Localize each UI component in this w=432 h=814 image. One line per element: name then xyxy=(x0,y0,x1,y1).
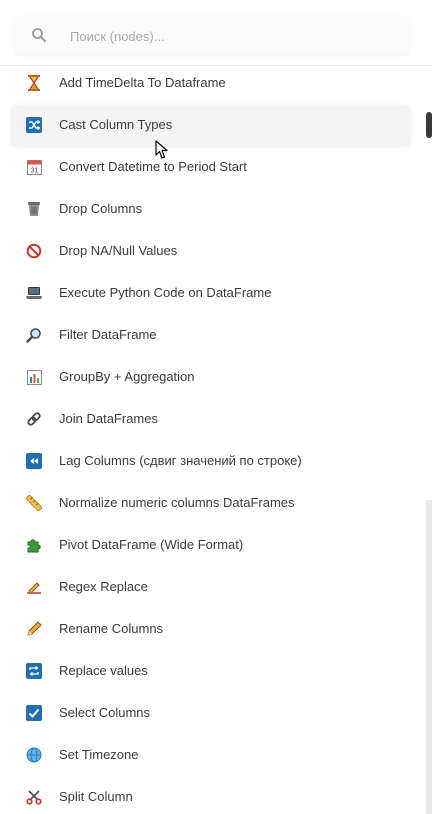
search-box[interactable] xyxy=(14,16,410,56)
pen-icon xyxy=(26,579,42,595)
pencil-icon xyxy=(26,621,42,637)
hourglass-icon xyxy=(26,75,42,91)
mouse-cursor-icon xyxy=(155,140,168,159)
scrollbar-thumb[interactable] xyxy=(426,112,432,138)
node-label: Drop NA/Null Values xyxy=(59,243,178,258)
link-icon xyxy=(26,411,42,427)
list-item-lag-columns[interactable]: Lag Columns (сдвиг значений по строке) xyxy=(0,440,426,482)
scissors-icon xyxy=(26,789,42,805)
node-label: Convert Datetime to Period Start xyxy=(59,159,247,174)
list-item-execute-python[interactable]: Execute Python Code on DataFrame xyxy=(0,272,426,314)
node-label: Cast Column Types xyxy=(59,117,173,132)
ruler-icon xyxy=(26,495,42,511)
list-item-join-dataframes[interactable]: Join DataFrames xyxy=(0,398,426,440)
list-item-normalize[interactable]: Normalize numeric columns DataFrames xyxy=(0,482,426,524)
shuffle-icon xyxy=(26,117,42,133)
list-item-drop-na[interactable]: Drop NA/Null Values xyxy=(0,230,426,272)
node-label: GroupBy + Aggregation xyxy=(59,369,195,384)
node-label: Set Timezone xyxy=(59,747,139,762)
bar-chart-icon xyxy=(26,369,42,385)
list-item-split-column[interactable]: Split Column xyxy=(0,776,426,814)
repeat-icon xyxy=(26,663,42,679)
node-label: Pivot DataFrame (Wide Format) xyxy=(59,537,244,552)
list-item-groupby[interactable]: GroupBy + Aggregation xyxy=(0,356,426,398)
node-label: Join DataFrames xyxy=(59,411,158,426)
node-label: Select Columns xyxy=(59,705,151,720)
node-label: Rename Columns xyxy=(59,621,164,636)
trash-icon xyxy=(26,201,42,217)
svg-text:31: 31 xyxy=(30,168,38,175)
list-item-pivot[interactable]: Pivot DataFrame (Wide Format) xyxy=(0,524,426,566)
list-item-regex-replace[interactable]: Regex Replace xyxy=(0,566,426,608)
rewind-icon xyxy=(26,453,42,469)
list-item-rename-columns[interactable]: Rename Columns xyxy=(0,608,426,650)
list-item-replace-values[interactable]: Replace values xyxy=(0,650,426,692)
calendar-icon: 31 xyxy=(26,159,42,175)
node-label: Regex Replace xyxy=(59,579,148,594)
scrollbar-track[interactable] xyxy=(426,500,432,814)
node-list: Add TimeDelta To Dataframe Cast Column T… xyxy=(0,62,426,814)
list-item-filter-dataframe[interactable]: Filter DataFrame xyxy=(0,314,426,356)
laptop-icon xyxy=(26,285,42,301)
list-item-drop-columns[interactable]: Drop Columns xyxy=(0,188,426,230)
list-item-convert-datetime[interactable]: 31 Convert Datetime to Period Start xyxy=(0,146,426,188)
node-label: Execute Python Code on DataFrame xyxy=(59,285,272,300)
node-picker-panel: Add TimeDelta To Dataframe Cast Column T… xyxy=(0,0,432,814)
node-label: Lag Columns (сдвиг значений по строке) xyxy=(59,453,302,468)
node-label: Replace values xyxy=(59,663,148,678)
node-label: Drop Columns xyxy=(59,201,143,216)
search-icon xyxy=(32,28,46,42)
node-label: Split Column xyxy=(59,789,133,804)
prohibited-icon xyxy=(26,243,42,259)
node-label: Filter DataFrame xyxy=(59,327,157,342)
list-item-add-timedelta[interactable]: Add TimeDelta To Dataframe xyxy=(0,62,426,104)
list-item-select-columns[interactable]: Select Columns xyxy=(0,692,426,734)
list-item-set-timezone[interactable]: Set Timezone xyxy=(0,734,426,776)
search-input[interactable] xyxy=(68,16,402,56)
puzzle-icon xyxy=(26,537,42,553)
node-label: Normalize numeric columns DataFrames xyxy=(59,495,295,510)
list-item-cast-column-types[interactable]: Cast Column Types xyxy=(0,104,426,146)
check-box-icon xyxy=(26,705,42,721)
magnifier-icon xyxy=(26,327,42,343)
node-label: Add TimeDelta To Dataframe xyxy=(59,75,226,90)
globe-icon xyxy=(26,747,42,763)
